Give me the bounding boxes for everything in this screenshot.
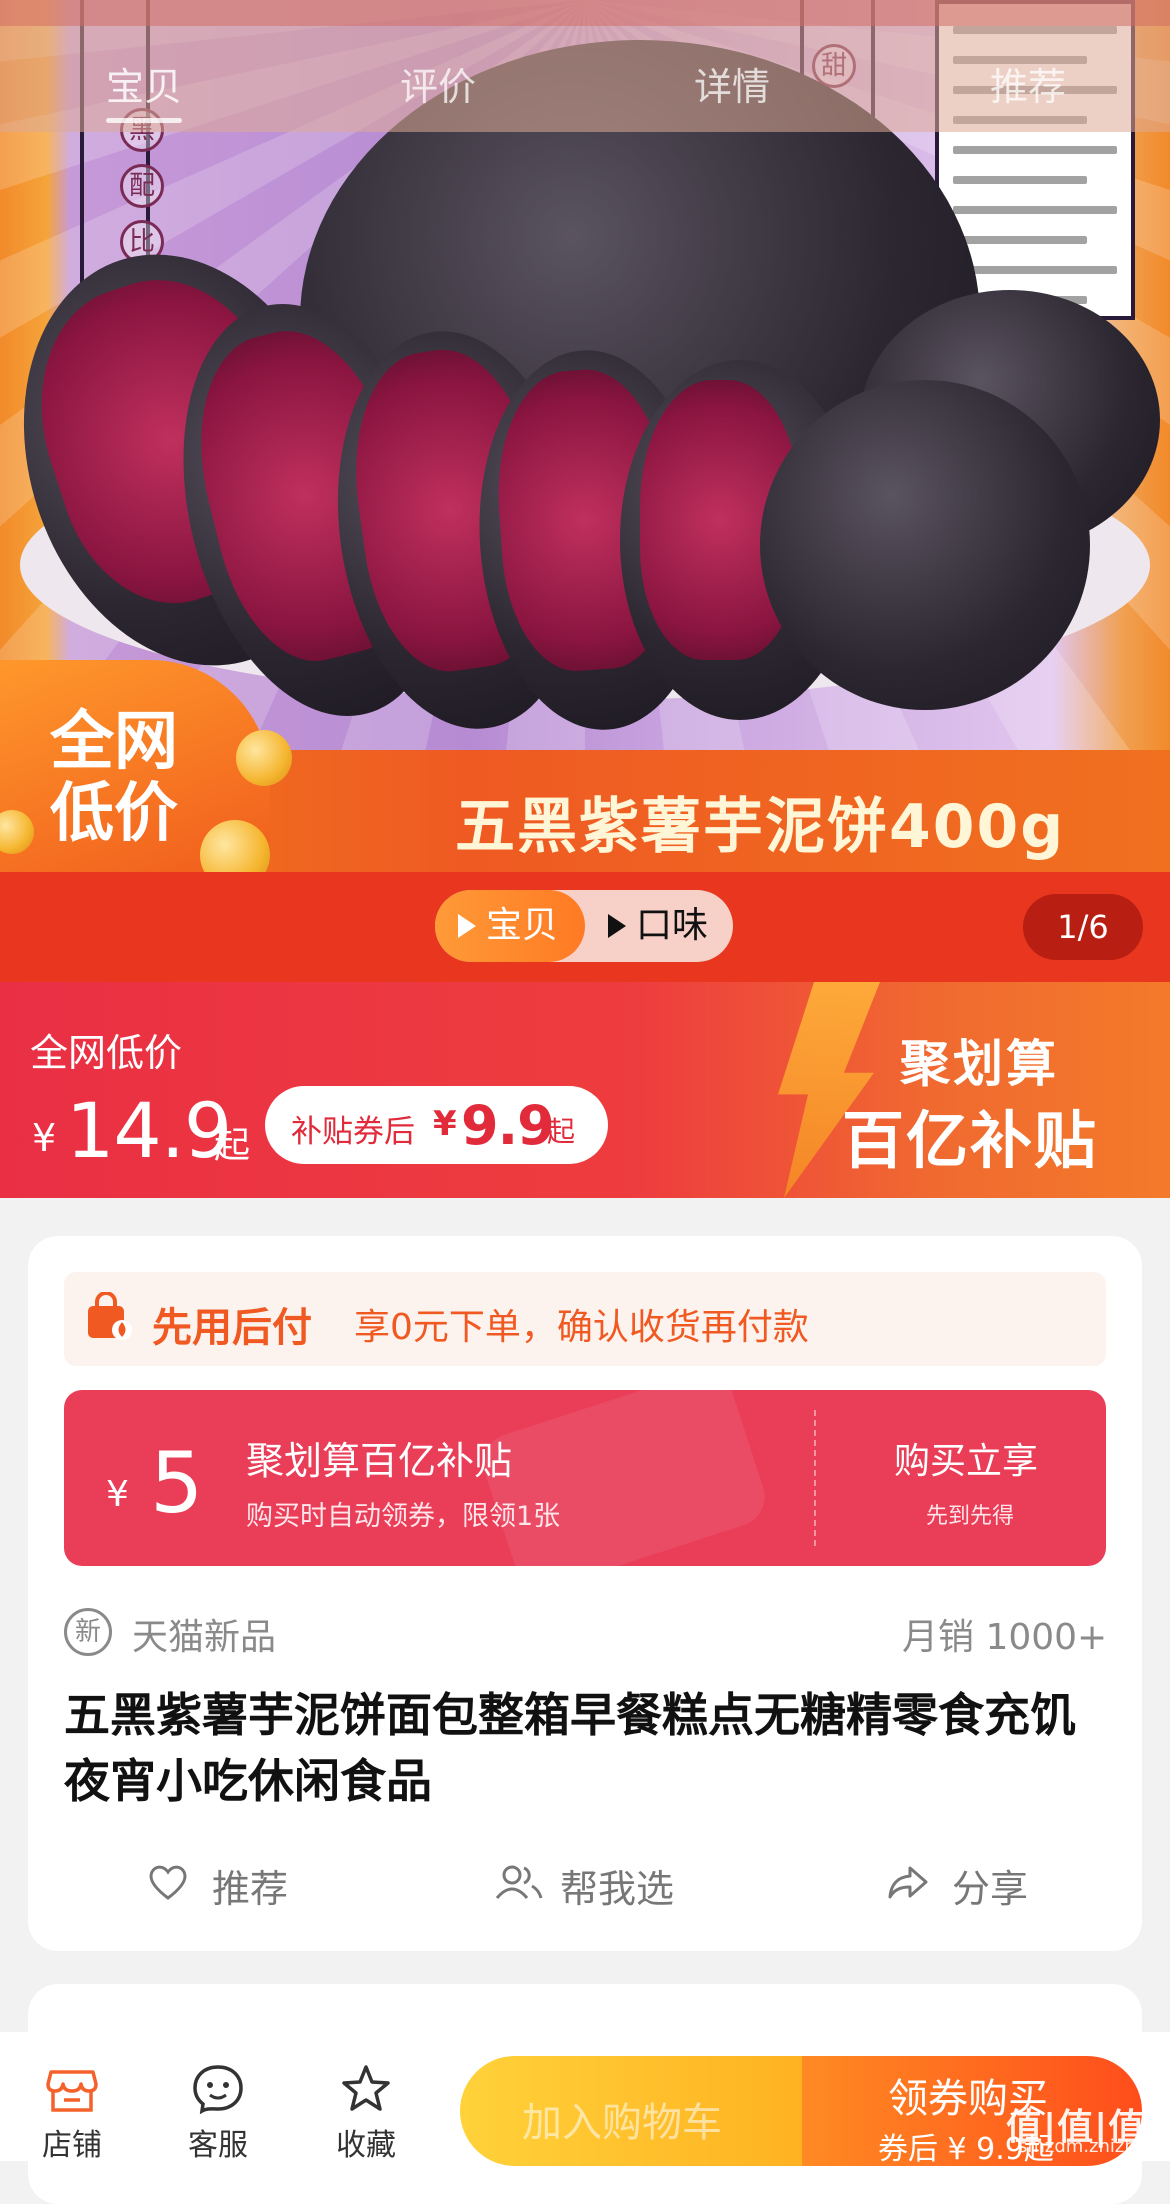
image-counter: 1/6 — [1023, 894, 1143, 960]
shop-button[interactable]: 店铺 — [22, 2064, 122, 2164]
coupon-price-currency: ¥ — [433, 1104, 457, 1144]
bag-icon — [88, 1292, 132, 1340]
tab-baobei[interactable]: 宝贝 — [106, 56, 183, 123]
chat-face-icon — [193, 2065, 243, 2114]
top-tab-bar: 宝贝 评价 详情 推荐 — [0, 0, 1170, 132]
heart-icon — [149, 1865, 187, 1900]
badge-line1: 全网 — [50, 705, 178, 779]
coupon-subtitle: 购买时自动领券，限领1张 — [246, 1501, 561, 1532]
tab-recommend[interactable]: 推荐 — [990, 56, 1066, 111]
coupon-price-label: 补贴券后 — [291, 1114, 415, 1150]
coupon-price-value: 9.9 — [461, 1094, 555, 1157]
seal-char: 配 — [120, 164, 164, 208]
favorite-button[interactable]: 收藏 — [316, 2064, 416, 2164]
play-icon — [458, 914, 476, 938]
service-button[interactable]: 客服 — [168, 2064, 268, 2164]
tab-details[interactable]: 详情 — [694, 56, 770, 111]
coupon-watermark — [475, 1390, 773, 1566]
coin-icon — [236, 730, 292, 786]
tab-reviews[interactable]: 评价 — [400, 56, 476, 111]
media-item-baobei[interactable]: 宝贝 — [458, 890, 558, 962]
pay-later-title: 先用后付 — [152, 1305, 312, 1351]
pay-later-desc: 享0元下单，确认收货再付款 — [354, 1307, 809, 1348]
help-choose-button[interactable]: 帮我选 — [492, 1858, 674, 1913]
recommend-button[interactable]: 推荐 — [146, 1858, 288, 1913]
coupon-currency: ¥ — [106, 1474, 129, 1515]
new-badge-icon: 新 — [64, 1608, 112, 1656]
share-icon — [888, 1866, 928, 1899]
price-suffix: 起 — [214, 1125, 251, 1166]
subsidy-logo: 百亿补贴 — [842, 1104, 1099, 1177]
coupon-price-suffix: 起 — [547, 1115, 576, 1148]
tab-underline — [106, 118, 183, 123]
share-button[interactable]: 分享 — [886, 1858, 1028, 1913]
price-label: 全网低价 — [30, 1031, 183, 1075]
store-icon — [46, 2070, 98, 2112]
monthly-sales: 月销 1000+ — [902, 1617, 1108, 1658]
media-item-flavor[interactable]: 口味 — [608, 890, 708, 962]
watermark-url: smzdm.zhizhi.com — [1018, 2136, 1170, 2157]
bread-slice — [760, 380, 1090, 710]
play-icon — [608, 914, 626, 938]
people-icon — [495, 1865, 543, 1899]
juhuasuan-logo: 聚划算 — [900, 1035, 1059, 1093]
coupon-title: 聚划算百亿补贴 — [246, 1439, 513, 1483]
product-title: 五黑紫薯芋泥饼面包整箱早餐糕点无糖精零食充饥夜宵小吃休闲食品 — [64, 1688, 1076, 1808]
coupon-action[interactable]: 购买立享 — [894, 1432, 1038, 1484]
price-value: 14.9 — [66, 1086, 232, 1175]
tmall-new-tag[interactable]: 天猫新品 — [132, 1608, 276, 1660]
add-to-cart-button[interactable]: 加入购物车 — [460, 2056, 820, 2166]
star-icon — [342, 2065, 390, 2111]
coupon-price-pill: 补贴券后 ¥ 9.9 起 — [265, 1086, 608, 1164]
coupon-divider — [814, 1410, 816, 1546]
coupon-action-sub: 先到先得 — [926, 1504, 1015, 1529]
badge-line2: 低价 — [50, 777, 178, 851]
coupon-amount: 5 — [150, 1434, 204, 1532]
hero-banner-text: 五黑紫薯芋泥饼400g — [455, 792, 1066, 862]
price-currency: ¥ — [32, 1116, 57, 1160]
